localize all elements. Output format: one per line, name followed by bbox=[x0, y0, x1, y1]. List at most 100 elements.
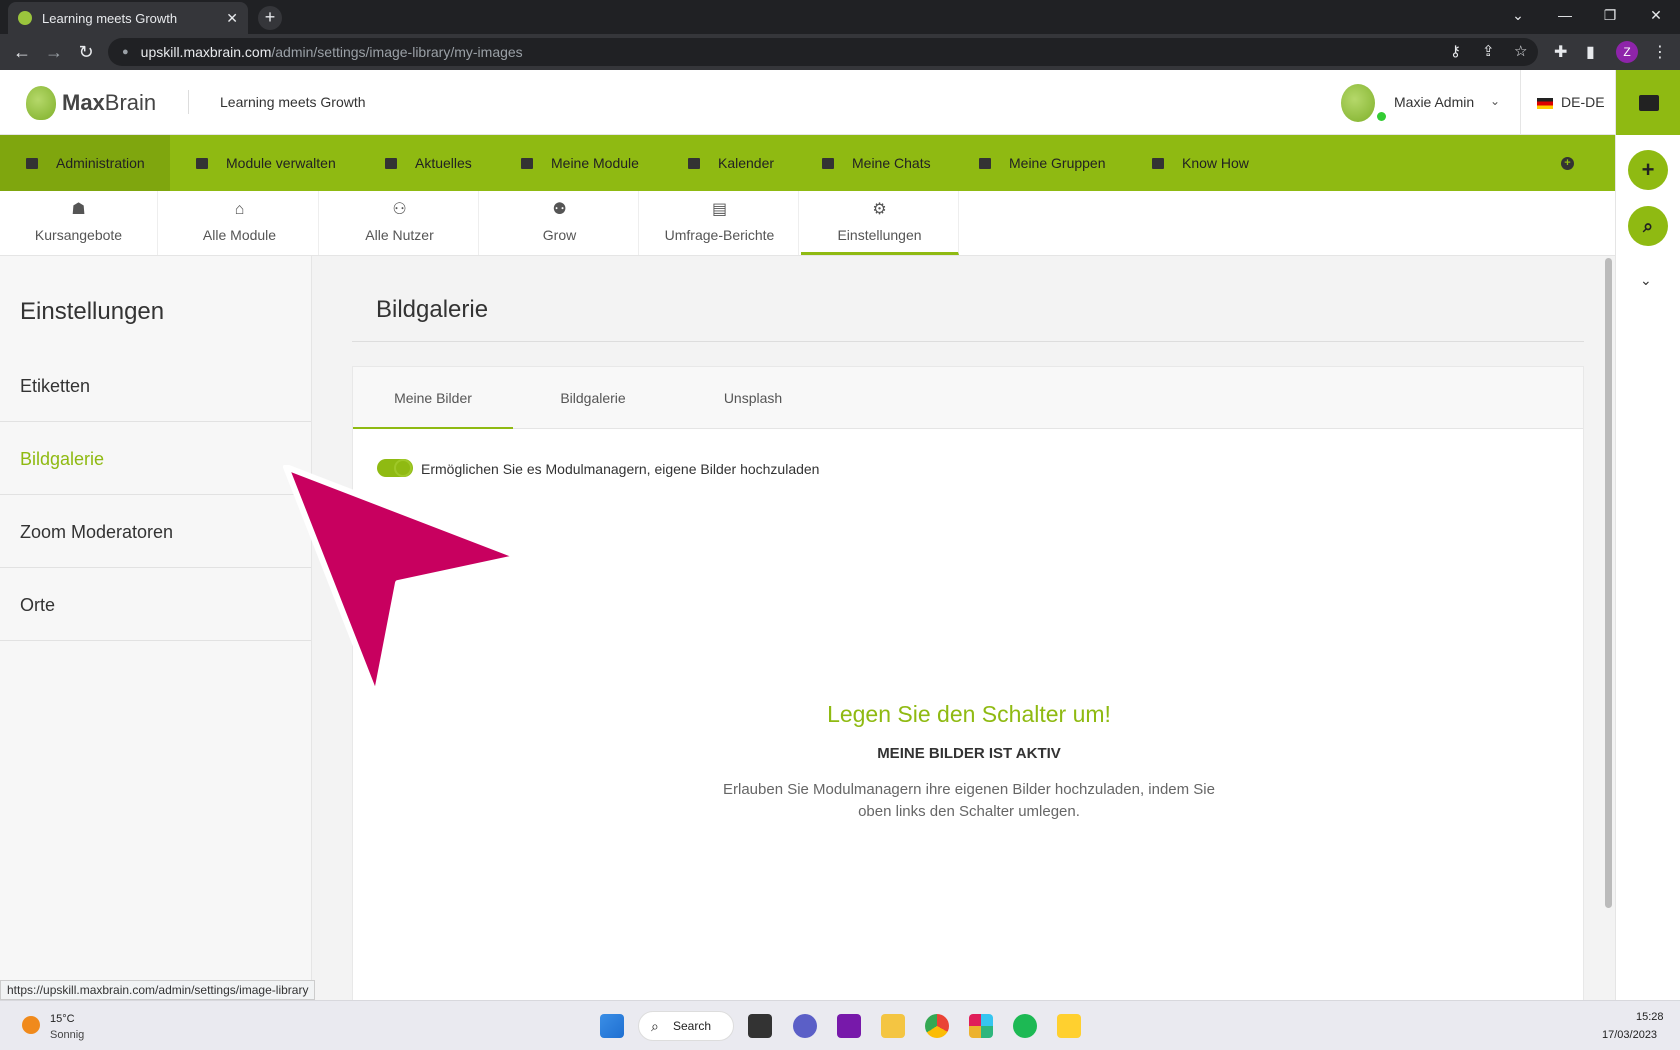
subtab-label: Alle Module bbox=[202, 227, 277, 243]
reload-icon[interactable]: ↻ bbox=[74, 40, 98, 64]
browser-tab-strip: Learning meets Growth ✕ + ⌄ — ❐ ✕ bbox=[0, 0, 1680, 34]
weather-temperature: 15°C bbox=[50, 1013, 75, 1025]
subtab-label: Alle Nutzer bbox=[365, 227, 434, 243]
tab-search-chevron-icon[interactable]: ⌄ bbox=[1498, 0, 1538, 34]
close-tab-icon[interactable]: ✕ bbox=[226, 10, 238, 27]
sun-weather-icon[interactable] bbox=[22, 1016, 40, 1034]
brain-logo-icon bbox=[26, 86, 56, 120]
user-name[interactable]: Maxie Admin bbox=[1394, 94, 1474, 110]
institution-icon: ⌂ bbox=[234, 201, 245, 218]
subtab-einstellungen[interactable]: ⚙ Einstellungen bbox=[801, 191, 959, 255]
page-scrollbar[interactable] bbox=[1605, 258, 1612, 908]
browser-tab[interactable]: Learning meets Growth ✕ bbox=[8, 2, 248, 34]
tab-unsplash[interactable]: Unsplash bbox=[673, 367, 833, 429]
address-bar[interactable]: ● upskill.maxbrain.com/admin/settings/im… bbox=[108, 38, 1538, 66]
share-icon[interactable]: ⇪ bbox=[1482, 42, 1495, 60]
spotify-icon[interactable] bbox=[1013, 1014, 1037, 1038]
title-divider bbox=[352, 341, 1584, 342]
nav-item-module-verwalten[interactable]: Module verwalten bbox=[196, 135, 336, 191]
nav-label: Meine Chats bbox=[852, 155, 931, 171]
image-source-tabs: Meine Bilder Bildgalerie Unsplash bbox=[353, 367, 1583, 429]
subtab-label: Einstellungen bbox=[837, 227, 922, 243]
nav-label: Module verwalten bbox=[226, 155, 336, 171]
chat-bubble-icon bbox=[1638, 94, 1659, 111]
nav-item-administration[interactable]: Administration bbox=[0, 135, 170, 191]
empty-state-description: Erlauben Sie Modulmanagern ihre eigenen … bbox=[723, 781, 1215, 820]
nav-label: Know How bbox=[1182, 155, 1249, 171]
maxbrain-logo[interactable]: MaxBrain bbox=[26, 86, 156, 120]
language-selector[interactable]: DE-DE bbox=[1561, 94, 1605, 110]
tab-meine-bilder[interactable]: Meine Bilder bbox=[353, 367, 513, 429]
clock-time[interactable]: 15:28 bbox=[1636, 1011, 1664, 1023]
subtab-grow[interactable]: ⚉ Grow bbox=[481, 191, 639, 255]
groups-folder-icon bbox=[979, 157, 991, 169]
browser-tab-title: Learning meets Growth bbox=[42, 10, 178, 26]
nav-item-aktuelles[interactable]: Aktuelles bbox=[385, 135, 472, 191]
nav-item-kalender[interactable]: Kalender bbox=[688, 135, 774, 191]
nav-item-know-how[interactable]: Know How bbox=[1152, 135, 1249, 191]
nav-item-meine-chats[interactable]: Meine Chats bbox=[822, 135, 931, 191]
search-button[interactable]: ⌕ bbox=[1628, 206, 1668, 246]
slack-icon[interactable] bbox=[969, 1014, 993, 1038]
key-icon[interactable]: ⚷ bbox=[1450, 42, 1461, 60]
sidebar-item-bildgalerie[interactable]: Bildgalerie bbox=[0, 423, 311, 495]
nav-item-meine-module[interactable]: Meine Module bbox=[521, 135, 639, 191]
bookmark-star-icon[interactable]: ☆ bbox=[1514, 42, 1527, 60]
page-title: Bildgalerie bbox=[376, 296, 489, 323]
subtab-alle-module[interactable]: ⌂ Alle Module bbox=[161, 191, 319, 255]
subtab-umfrage-berichte[interactable]: ▤ Umfrage-Berichte bbox=[641, 191, 799, 255]
sidebar-item-etiketten[interactable]: Etiketten bbox=[0, 350, 311, 422]
chat-button[interactable] bbox=[1616, 70, 1680, 135]
chevron-down-icon[interactable]: ⌄ bbox=[1640, 272, 1652, 289]
folder-manage-icon bbox=[196, 157, 208, 169]
report-file-icon: ▤ bbox=[711, 201, 728, 218]
online-status-dot bbox=[1377, 112, 1386, 121]
close-window-button[interactable]: ✕ bbox=[1636, 0, 1676, 34]
taskbar-search[interactable]: ⌕ Search bbox=[638, 1011, 734, 1041]
user-menu-chevron-icon[interactable]: ⌄ bbox=[1490, 94, 1500, 108]
file-explorer-icon[interactable] bbox=[881, 1014, 905, 1038]
add-button[interactable]: + bbox=[1628, 150, 1668, 190]
forward-arrow-icon[interactable]: → bbox=[42, 40, 66, 64]
restore-window-button[interactable]: ❐ bbox=[1590, 0, 1630, 34]
miro-icon[interactable] bbox=[1057, 1014, 1081, 1038]
group-grow-icon: ⚉ bbox=[552, 201, 567, 218]
lock-icon: ● bbox=[122, 46, 129, 58]
calendar-icon bbox=[688, 157, 700, 169]
task-view-icon[interactable] bbox=[748, 1014, 772, 1038]
status-bar-url: https://upskill.maxbrain.com/admin/setti… bbox=[0, 980, 316, 1000]
profile-avatar[interactable]: Z bbox=[1616, 41, 1638, 63]
extensions-puzzle-icon[interactable]: ✚ bbox=[1554, 42, 1567, 62]
gears-icon: ⚙ bbox=[872, 201, 887, 218]
minimize-window-button[interactable]: — bbox=[1545, 0, 1585, 34]
course-offer-icon: ☗ bbox=[71, 201, 86, 218]
user-avatar[interactable] bbox=[1341, 84, 1375, 122]
subtab-alle-nutzer[interactable]: ⚇ Alle Nutzer bbox=[321, 191, 479, 255]
clock-date[interactable]: 17/03/2023 bbox=[1602, 1029, 1657, 1041]
onenote-icon[interactable] bbox=[837, 1014, 861, 1038]
app-header: MaxBrain Learning meets Growth Maxie Adm… bbox=[0, 70, 1615, 135]
chrome-icon[interactable] bbox=[925, 1014, 949, 1038]
add-circle-icon[interactable]: + bbox=[1561, 157, 1574, 170]
sidebar-item-orte[interactable]: Orte bbox=[0, 569, 311, 641]
nav-label: Kalender bbox=[718, 155, 775, 171]
new-tab-button[interactable]: + bbox=[258, 6, 282, 30]
pointer-arrow-icon bbox=[283, 465, 523, 700]
windows-start-icon[interactable] bbox=[600, 1014, 624, 1038]
sidebar-item-zoom-moderatoren[interactable]: Zoom Moderatoren bbox=[0, 496, 311, 568]
brand-name-light: Brain bbox=[104, 90, 157, 115]
browser-menu-icon[interactable]: ⋮ bbox=[1652, 42, 1668, 62]
tab-bildgalerie[interactable]: Bildgalerie bbox=[513, 367, 673, 429]
subtab-kursangebote[interactable]: ☗ Kursangebote bbox=[0, 191, 158, 255]
tagline: Learning meets Growth bbox=[220, 94, 366, 110]
image-library-card: Meine Bilder Bildgalerie Unsplash Ermögl… bbox=[352, 366, 1584, 1006]
url-host: upskill.maxbrain.com bbox=[140, 44, 272, 60]
nav-item-meine-gruppen[interactable]: Meine Gruppen bbox=[979, 135, 1106, 191]
graduation-cap-icon bbox=[521, 157, 533, 169]
back-arrow-icon[interactable]: ← bbox=[10, 40, 34, 64]
teams-chat-icon[interactable] bbox=[793, 1014, 817, 1038]
side-panel-icon[interactable]: ▮ bbox=[1586, 42, 1595, 62]
nav-label: Meine Gruppen bbox=[1009, 155, 1106, 171]
sidebar-title: Einstellungen bbox=[20, 298, 165, 325]
header-divider-right bbox=[1520, 70, 1521, 135]
